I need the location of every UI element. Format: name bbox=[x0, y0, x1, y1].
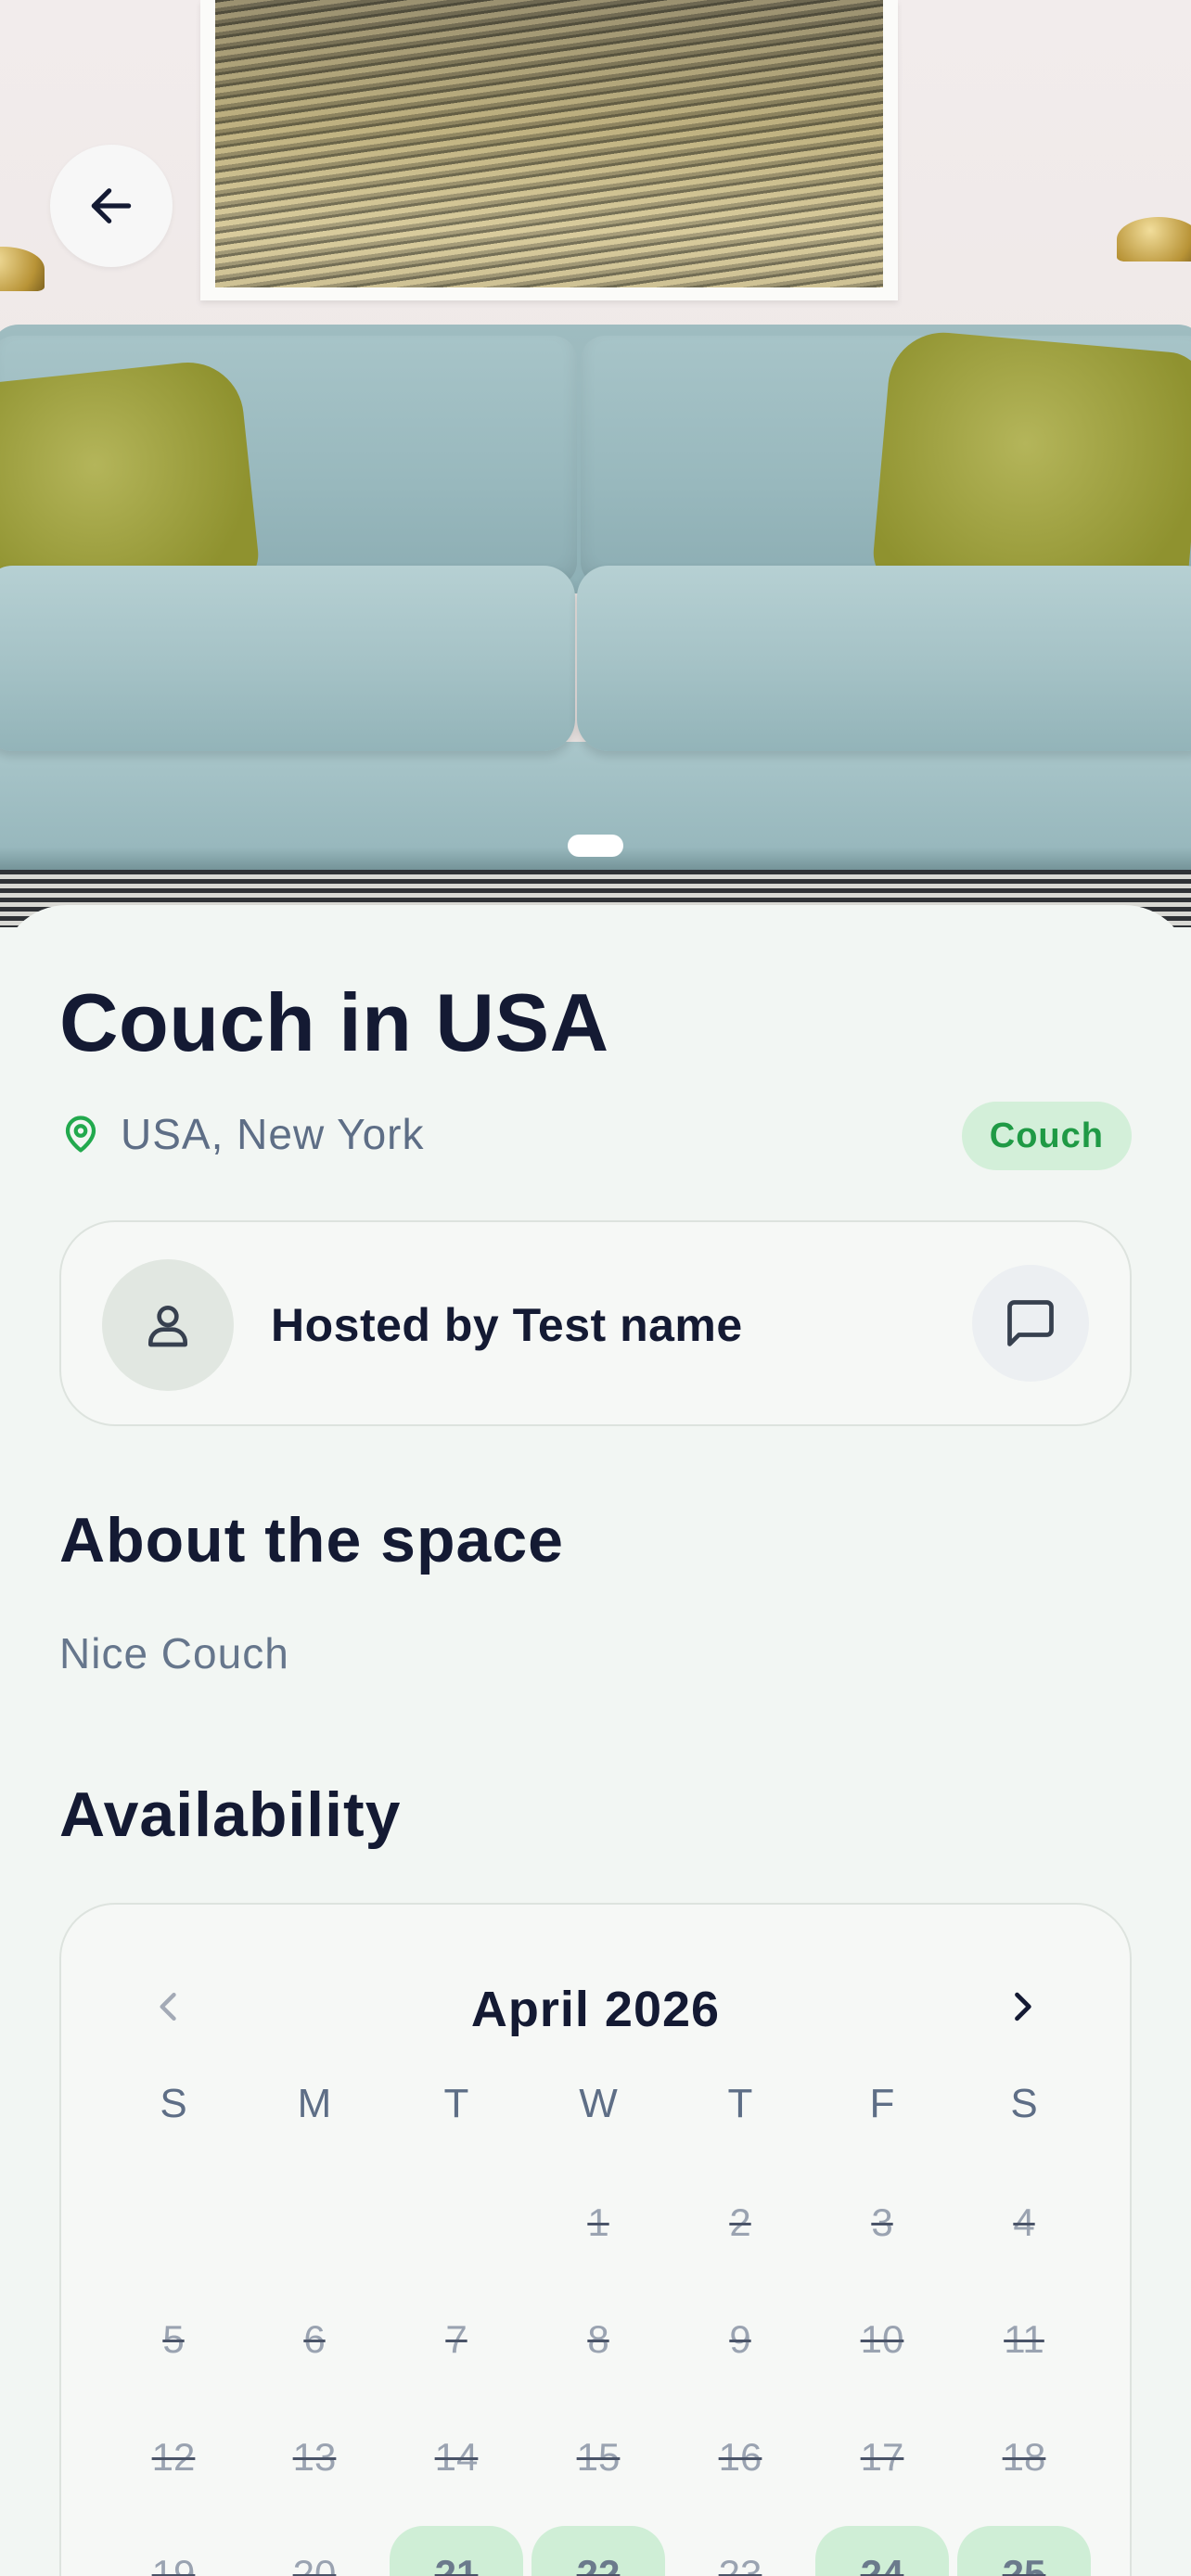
calendar-day[interactable]: 23 bbox=[673, 2526, 807, 2576]
calendar-day[interactable]: 11 bbox=[957, 2291, 1091, 2388]
next-month-button[interactable] bbox=[994, 1979, 1050, 2034]
calendar-day[interactable]: 22 bbox=[531, 2526, 665, 2576]
calendar-day[interactable]: 20 bbox=[248, 2526, 381, 2576]
calendar-day[interactable]: 25 bbox=[957, 2526, 1091, 2576]
calendar-day[interactable]: 8 bbox=[531, 2291, 665, 2388]
calendar-day[interactable]: 17 bbox=[815, 2409, 949, 2506]
calendar-month: April 2026 bbox=[470, 1982, 721, 2037]
calendar-day[interactable]: 13 bbox=[248, 2409, 381, 2506]
calendar-day[interactable]: 2 bbox=[673, 2174, 807, 2271]
user-icon bbox=[148, 1306, 188, 1347]
about-heading: About the space bbox=[59, 1505, 564, 1575]
calendar-day[interactable]: 3 bbox=[815, 2174, 949, 2271]
location-row: USA, New York bbox=[61, 1109, 424, 1159]
avatar bbox=[102, 1259, 234, 1391]
calendar-day[interactable]: 21 bbox=[390, 2526, 523, 2576]
calendar-day[interactable]: 9 bbox=[673, 2291, 807, 2388]
weekday-label: T bbox=[443, 2081, 469, 2126]
calendar-day[interactable]: 12 bbox=[107, 2409, 240, 2506]
calendar-day[interactable]: 19 bbox=[107, 2526, 240, 2576]
weekday-label: S bbox=[1010, 2081, 1038, 2126]
calendar-day[interactable]: 24 bbox=[815, 2526, 949, 2576]
back-button[interactable] bbox=[50, 145, 173, 267]
listing-photo[interactable] bbox=[0, 0, 1191, 927]
host-card[interactable]: Hosted by Test name bbox=[59, 1220, 1132, 1426]
availability-heading: Availability bbox=[59, 1779, 402, 1850]
listing-title: Couch in USA bbox=[59, 976, 609, 1068]
map-pin-icon bbox=[65, 1116, 96, 1153]
availability-calendar: April 2026 S M T W T F S 1 2 3 4 5 6 7 8 9 10 11 12 13 14 15 1… bbox=[59, 1903, 1132, 2576]
weekday-label: T bbox=[727, 2081, 753, 2126]
calendar-day[interactable]: 16 bbox=[673, 2409, 807, 2506]
calendar-day[interactable]: 1 bbox=[531, 2174, 665, 2271]
type-badge: Couch bbox=[961, 1102, 1132, 1170]
calendar-day[interactable]: 7 bbox=[390, 2291, 523, 2388]
weekday-label: S bbox=[160, 2081, 187, 2126]
calendar-day[interactable]: 15 bbox=[531, 2409, 665, 2506]
about-text: Nice Couch bbox=[59, 1629, 289, 1677]
lamp-left bbox=[0, 247, 45, 291]
seat-cushion-right bbox=[577, 566, 1191, 751]
chat-bubble-icon bbox=[1007, 1300, 1054, 1346]
lamp-right bbox=[1117, 217, 1191, 261]
seat-cushion-left bbox=[0, 566, 575, 751]
calendar-day[interactable]: 18 bbox=[957, 2409, 1091, 2506]
host-name: Hosted by Test name bbox=[271, 1299, 743, 1351]
calendar-day[interactable]: 10 bbox=[815, 2291, 949, 2388]
chevron-right-icon bbox=[1015, 1992, 1031, 2021]
calendar-day[interactable]: 5 bbox=[107, 2291, 240, 2388]
location-text: USA, New York bbox=[121, 1110, 425, 1158]
calendar-day[interactable]: 4 bbox=[957, 2174, 1091, 2271]
wall-painting bbox=[200, 0, 898, 300]
calendar-day[interactable]: 14 bbox=[390, 2409, 523, 2506]
weekday-label: M bbox=[297, 2081, 332, 2126]
weekday-label: F bbox=[869, 2081, 895, 2126]
weekday-label: W bbox=[579, 2081, 618, 2126]
message-host-button[interactable] bbox=[972, 1265, 1089, 1382]
photo-page-indicator[interactable] bbox=[568, 835, 623, 857]
arrow-left-icon bbox=[91, 188, 132, 223]
calendar-day[interactable]: 6 bbox=[248, 2291, 381, 2388]
